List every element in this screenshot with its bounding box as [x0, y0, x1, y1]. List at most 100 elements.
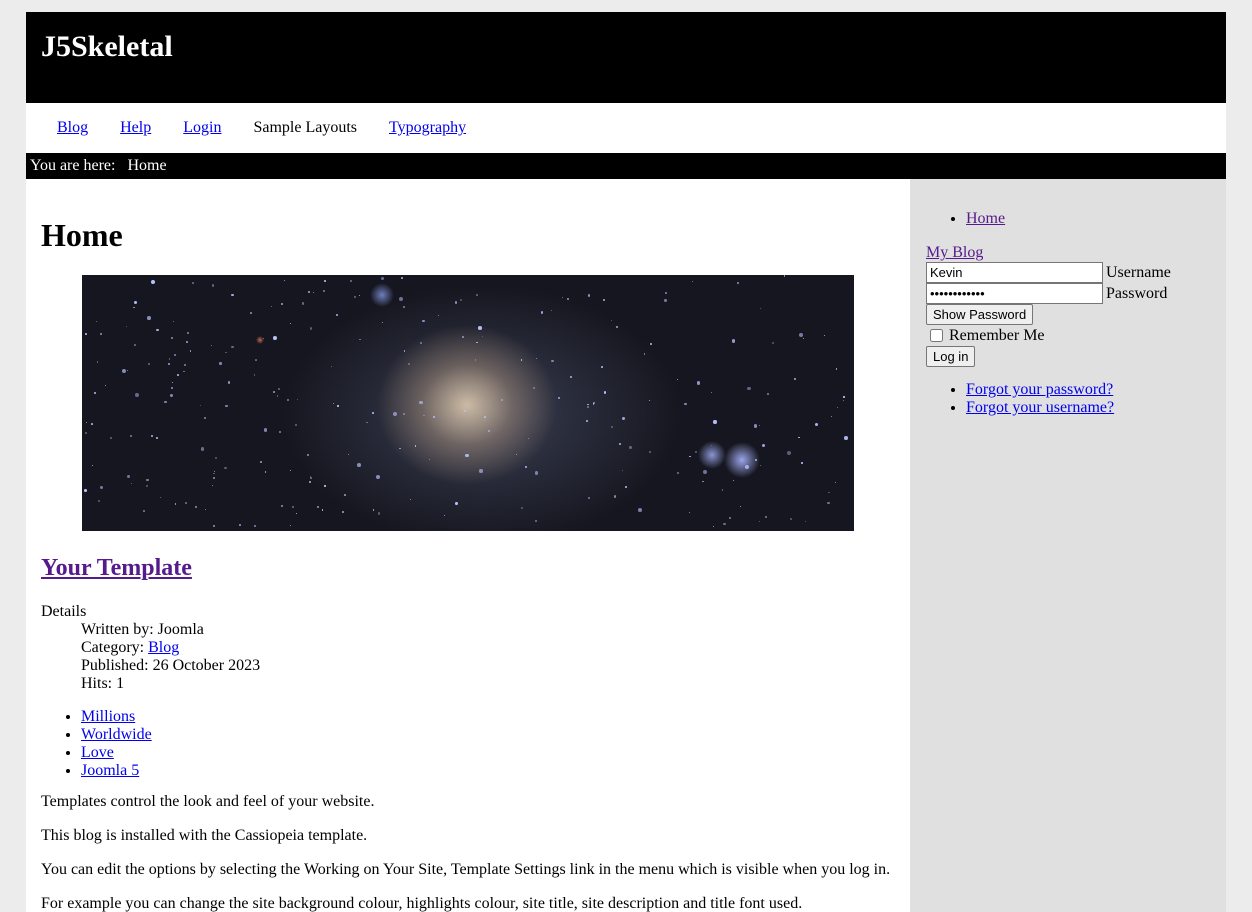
star-dot: [831, 415, 833, 418]
menu-item-sample-layouts[interactable]: Sample Layouts: [253, 119, 357, 137]
star-dot: [91, 464, 93, 466]
breadcrumb: You are here: Home: [26, 153, 1226, 179]
star-dot: [317, 505, 320, 508]
star-dot: [291, 505, 294, 508]
star-dot: [454, 301, 458, 304]
star-dot: [94, 391, 97, 395]
star-dot: [309, 480, 312, 483]
star-dot: [211, 284, 215, 287]
star-dot: [377, 512, 381, 515]
forgot-username-link[interactable]: Forgot your username?: [966, 399, 1114, 416]
star-dot: [213, 473, 215, 475]
star-dot: [272, 390, 275, 394]
show-password-button[interactable]: Show Password: [926, 304, 1034, 325]
star-dot: [155, 436, 159, 440]
menu-link-help[interactable]: Help: [120, 119, 151, 136]
breadcrumb-prefix: You are here:: [30, 157, 116, 174]
star-dot: [731, 339, 736, 343]
star-dot: [664, 291, 667, 294]
my-blog-link[interactable]: My Blog: [926, 244, 1226, 262]
star-dot: [249, 312, 252, 315]
star-dot: [278, 431, 281, 434]
category-link[interactable]: Blog: [148, 639, 179, 656]
star-dot: [520, 359, 523, 361]
star-dot: [550, 309, 552, 311]
star-dot: [402, 412, 406, 416]
star-dot: [174, 503, 177, 505]
star-dot: [760, 307, 762, 309]
star-dot: [476, 294, 478, 297]
star-dot: [843, 396, 845, 398]
remember-me-checkbox[interactable]: [930, 329, 943, 342]
star-dot: [90, 423, 93, 425]
star-dot: [200, 446, 205, 451]
star-dot: [649, 450, 652, 453]
star-dot: [711, 391, 713, 394]
star-dot: [710, 444, 712, 447]
star-dot: [759, 464, 762, 467]
star-dot: [301, 302, 305, 305]
breadcrumb-current: Home: [127, 157, 167, 174]
tag-link-joomla-5[interactable]: Joomla 5: [81, 762, 139, 779]
star-dot: [183, 363, 186, 367]
star-dot: [621, 417, 625, 421]
star-dot: [126, 474, 130, 478]
star-dot: [253, 374, 256, 376]
tag-link-love[interactable]: Love: [81, 744, 114, 761]
menu-link-typography[interactable]: Typography: [389, 119, 466, 136]
star-dot: [324, 485, 326, 487]
star-dot: [323, 290, 325, 292]
article-title-link[interactable]: Your Template: [41, 555, 192, 581]
menu-link-blog[interactable]: Blog: [57, 119, 88, 136]
star-dot: [798, 436, 800, 439]
site-title[interactable]: J5Skeletal: [26, 12, 1226, 66]
star-dot: [694, 450, 698, 454]
sidebar: Home My Blog Username Password Show Pass…: [910, 179, 1226, 912]
article-title: Your Template: [41, 555, 192, 582]
star-dot: [649, 342, 652, 345]
star-dot: [677, 472, 679, 474]
tag-item: Joomla 5: [81, 762, 152, 780]
menu-item-typography[interactable]: Typography: [389, 119, 466, 137]
menu-item-login[interactable]: Login: [183, 119, 221, 137]
star-dot: [109, 437, 112, 440]
star-dot: [569, 375, 572, 378]
menu-link-login[interactable]: Login: [183, 119, 221, 136]
star-dot: [147, 316, 152, 321]
star-dot: [289, 322, 292, 325]
login-button[interactable]: Log in: [926, 346, 976, 367]
star-dot: [156, 328, 159, 332]
tag-link-worldwide[interactable]: Worldwide: [81, 726, 152, 743]
star-dot: [171, 381, 173, 384]
star-dot: [134, 393, 139, 398]
menu-item-help[interactable]: Help: [120, 119, 151, 137]
star-dot: [262, 337, 265, 340]
sidebar-item-home: Home: [966, 210, 1226, 228]
star-dot: [357, 462, 361, 467]
star-dot: [696, 381, 701, 385]
star-dot: [603, 299, 605, 301]
tag-link-millions[interactable]: Millions: [81, 708, 135, 725]
star-dot: [264, 471, 267, 474]
forgot-password-link[interactable]: Forgot your password?: [966, 381, 1113, 398]
password-input[interactable]: [926, 283, 1103, 304]
star-dot: [753, 424, 758, 428]
star-dot: [199, 404, 202, 406]
sidebar-link-home[interactable]: Home: [966, 210, 1005, 227]
menu-item-blog[interactable]: Blog: [57, 119, 88, 137]
star-dot: [283, 279, 286, 282]
username-input[interactable]: [926, 262, 1103, 283]
star-dot: [827, 501, 830, 505]
star-dot: [585, 420, 588, 423]
star-dot: [474, 358, 477, 361]
star-dot: [613, 495, 617, 498]
star-dot: [844, 436, 848, 440]
star-dot: [737, 282, 740, 285]
star-dot: [260, 461, 262, 463]
page-title: Home: [41, 217, 123, 253]
star-dot: [625, 485, 628, 488]
star-dot: [533, 387, 535, 389]
star-dot: [184, 501, 187, 504]
star-dot: [182, 370, 185, 373]
star-dot: [790, 518, 793, 521]
